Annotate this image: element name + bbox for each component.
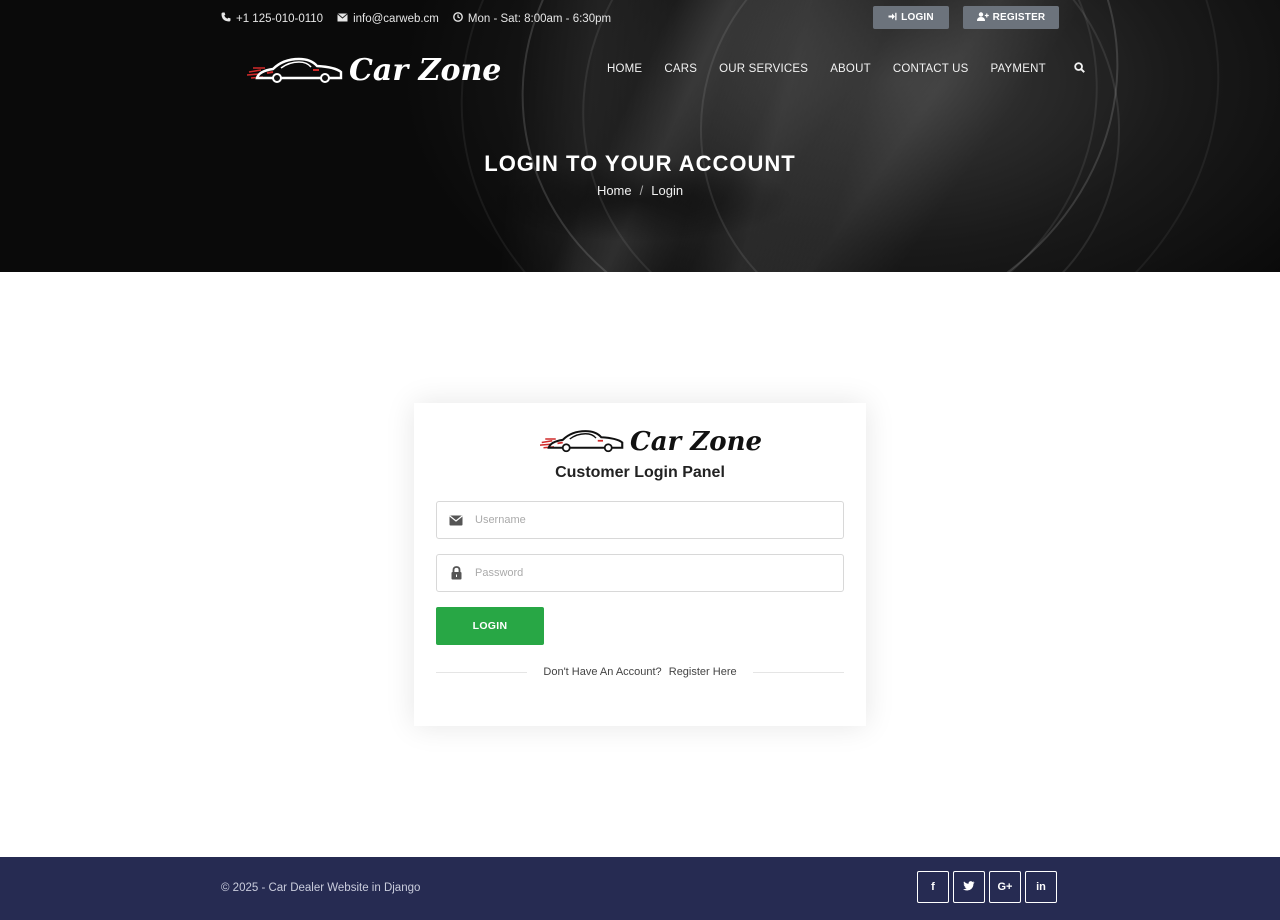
hero-banner: +1 125-010-0110 info@carweb.cm Mon - Sat… bbox=[0, 0, 1280, 272]
envelope-icon bbox=[337, 12, 348, 25]
google-plus-icon: G+ bbox=[997, 881, 1013, 893]
clock-icon bbox=[452, 12, 463, 25]
phone-number: +1 125-010-0110 bbox=[236, 12, 324, 25]
breadcrumb-separator: / bbox=[639, 183, 644, 198]
divider-line bbox=[752, 671, 844, 673]
google-plus-button[interactable]: G+ bbox=[989, 871, 1021, 903]
login-panel-title: Customer Login Panel bbox=[555, 464, 725, 481]
login-card: Car Zone Customer Login Panel LOGIN Don'… bbox=[414, 403, 866, 726]
site-footer: © 2025 - Car Dealer Website in Django f … bbox=[0, 857, 1280, 920]
register-prompt-text: Don't Have An Account? Register Here bbox=[527, 666, 752, 678]
no-account-text: Don't Have An Account? bbox=[543, 666, 662, 678]
logo-wordmark: Car Zone bbox=[630, 426, 763, 457]
login-submit-button[interactable]: LOGIN bbox=[436, 607, 544, 645]
nav-item-our-services[interactable]: OUR SERVICES bbox=[719, 63, 808, 75]
sign-in-icon bbox=[888, 12, 897, 24]
breadcrumb: Home / Login bbox=[0, 183, 1280, 198]
business-hours: Mon - Sat: 8:00am - 6:30pm bbox=[467, 12, 612, 25]
twitter-button[interactable] bbox=[953, 871, 985, 903]
site-logo[interactable]: Car Zone bbox=[246, 52, 502, 89]
envelope-icon bbox=[437, 515, 475, 526]
username-input[interactable] bbox=[475, 514, 843, 526]
password-input[interactable] bbox=[475, 567, 843, 579]
phone-info: +1 125-010-0110 bbox=[221, 12, 323, 25]
top-login-label: LOGIN bbox=[901, 12, 934, 23]
nav-item-about[interactable]: ABOUT bbox=[830, 63, 871, 75]
breadcrumb-home-link[interactable]: Home bbox=[597, 183, 632, 198]
main-nav: HOME CARS OUR SERVICES ABOUT CONTACT US … bbox=[607, 62, 1085, 76]
nav-item-contact-us[interactable]: CONTACT US bbox=[893, 63, 969, 75]
page-title: LOGIN TO YOUR ACCOUNT bbox=[484, 151, 796, 176]
top-login-button[interactable]: LOGIN bbox=[873, 6, 949, 29]
username-field[interactable] bbox=[436, 501, 844, 539]
lock-icon bbox=[437, 566, 475, 580]
email-info[interactable]: info@carweb.cm bbox=[337, 12, 439, 25]
logo-wordmark: Car Zone bbox=[349, 53, 502, 88]
phone-icon bbox=[221, 12, 231, 25]
contact-bar: +1 125-010-0110 info@carweb.cm Mon - Sat… bbox=[221, 12, 611, 25]
email-address[interactable]: info@carweb.cm bbox=[353, 13, 439, 25]
twitter-icon bbox=[963, 880, 975, 894]
register-prompt: Don't Have An Account? Register Here bbox=[436, 666, 844, 678]
social-links: f G+ in bbox=[917, 871, 1057, 903]
car-logo-icon bbox=[539, 425, 624, 458]
linkedin-button[interactable]: in bbox=[1025, 871, 1057, 903]
breadcrumb-current: Login bbox=[651, 183, 684, 198]
search-icon[interactable] bbox=[1074, 62, 1085, 76]
register-link[interactable]: Register Here bbox=[669, 666, 737, 678]
car-logo-icon bbox=[246, 52, 343, 89]
user-plus-icon bbox=[976, 11, 989, 24]
hours-info: Mon - Sat: 8:00am - 6:30pm bbox=[452, 12, 612, 25]
facebook-button[interactable]: f bbox=[917, 871, 949, 903]
top-register-label: REGISTER bbox=[992, 12, 1046, 23]
nav-item-cars[interactable]: CARS bbox=[664, 63, 697, 75]
nav-item-home[interactable]: HOME bbox=[607, 63, 642, 75]
password-field[interactable] bbox=[436, 554, 844, 592]
copyright-text: © 2025 - Car Dealer Website in Django bbox=[221, 882, 421, 894]
facebook-icon: f bbox=[931, 881, 935, 893]
card-logo: Car Zone bbox=[539, 425, 763, 458]
divider-line bbox=[436, 671, 528, 673]
top-register-button[interactable]: REGISTER bbox=[963, 6, 1059, 29]
nav-item-payment[interactable]: PAYMENT bbox=[991, 63, 1046, 75]
linkedin-icon: in bbox=[1036, 881, 1046, 893]
